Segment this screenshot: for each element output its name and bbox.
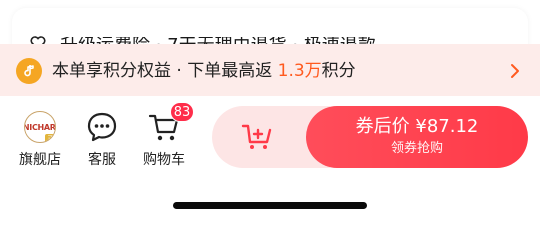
coupon-price: 券后价 ¥87.12	[355, 116, 479, 137]
promo-highlight: 1.3万	[277, 61, 322, 81]
chat-bubble-icon	[87, 112, 117, 142]
service-nav-item[interactable]: 客服	[77, 110, 127, 170]
coupon-buy-button[interactable]: 券后价 ¥87.12 领券抢购	[306, 106, 528, 168]
cart-label: 购物车	[143, 152, 185, 168]
coupon-buy-label: 领券抢购	[390, 141, 443, 156]
official-tag: 正	[45, 134, 55, 142]
store-logo-icon: UNICHARM 正	[24, 111, 56, 143]
points-promo-text: 本单享积分权益 · 下单最高返 1.3万积分	[52, 59, 356, 83]
add-to-cart-icon	[241, 124, 272, 149]
promo-text-before: 本单享积分权益 · 下单最高返	[52, 61, 278, 81]
points-icon	[16, 58, 42, 84]
store-nav-item[interactable]: UNICHARM 正 旗舰店	[15, 110, 65, 170]
store-label: 旗舰店	[19, 152, 61, 168]
cart-count-badge: 83	[170, 102, 194, 122]
home-indicator[interactable]	[173, 202, 367, 209]
promo-text-after: 积分	[321, 61, 356, 81]
store-brand-text: UNICHARM	[25, 122, 56, 132]
service-label: 客服	[88, 152, 116, 168]
chevron-right-icon[interactable]	[508, 61, 522, 81]
